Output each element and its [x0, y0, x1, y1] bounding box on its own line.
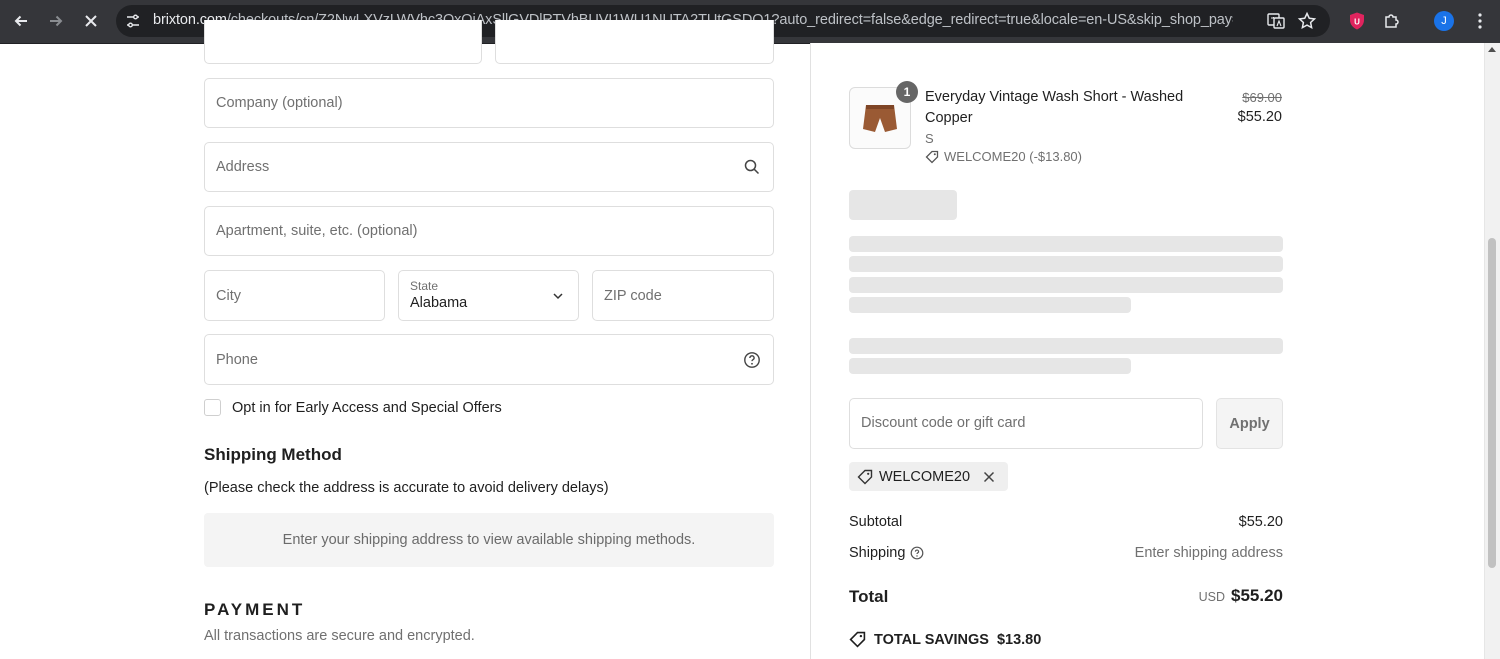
- city-placeholder: City: [216, 287, 241, 304]
- company-placeholder: Company (optional): [216, 95, 343, 111]
- chevron-down-icon: [553, 292, 563, 299]
- shipping-method-subtitle: (Please check the address is accurate to…: [204, 480, 609, 496]
- discount-placeholder: Discount code or gift card: [861, 415, 1026, 431]
- help-circle-icon[interactable]: [910, 546, 924, 560]
- scroll-thumb[interactable]: [1488, 238, 1496, 568]
- state-label: State: [410, 279, 439, 293]
- state-value: Alabama: [410, 295, 468, 311]
- back-button[interactable]: [8, 8, 34, 34]
- shipping-methods-text: Enter your shipping address to view avai…: [282, 532, 696, 548]
- total-amount: $55.20: [1231, 586, 1283, 605]
- product-discount: WELCOME20 (-$13.80): [925, 149, 1082, 164]
- zip-field[interactable]: ZIP code: [592, 270, 774, 321]
- phone-field[interactable]: Phone: [204, 334, 774, 385]
- applied-discount-code: WELCOME20: [879, 468, 971, 485]
- optin-label[interactable]: Opt in for Early Access and Special Offe…: [232, 400, 502, 416]
- payment-title: PAYMENT: [204, 600, 306, 619]
- site-settings-icon[interactable]: [124, 12, 142, 30]
- total-label: Total: [849, 587, 889, 606]
- skeleton-block: [849, 190, 957, 220]
- skeleton-line: [849, 236, 1283, 252]
- shipping-label: Shipping: [849, 545, 906, 561]
- apartment-field[interactable]: Apartment, suite, etc. (optional): [204, 206, 774, 256]
- address-placeholder: Address: [216, 159, 270, 175]
- original-price: $69.00: [1242, 90, 1282, 105]
- translate-icon[interactable]: [1266, 11, 1286, 31]
- product-discount-text: WELCOME20 (-$13.80): [944, 149, 1082, 164]
- last-name-field[interactable]: [495, 20, 774, 64]
- applied-discount-chip: WELCOME20: [849, 462, 1009, 491]
- arrow-left-icon: [14, 15, 27, 27]
- arrow-right-icon: [50, 15, 63, 27]
- product-name: Everyday Vintage Wash Short - Washed Cop…: [925, 89, 1184, 126]
- help-circle-icon[interactable]: [743, 351, 761, 369]
- savings-label: TOTAL SAVINGS: [874, 631, 989, 648]
- state-select[interactable]: State Alabama: [398, 270, 579, 321]
- total-currency: USD: [1198, 590, 1225, 604]
- shipping-value: Enter shipping address: [1134, 545, 1283, 561]
- apartment-placeholder: Apartment, suite, etc. (optional): [216, 223, 418, 239]
- total-savings: TOTAL SAVINGS $13.80: [849, 631, 1041, 648]
- shipping-row-label: Shipping: [849, 545, 924, 561]
- svg-text:U: U: [1354, 18, 1360, 27]
- skeleton-line: [849, 297, 1131, 313]
- subtotal-value: $55.20: [1238, 514, 1283, 530]
- page-scrollbar[interactable]: [1484, 43, 1500, 659]
- close-icon: [85, 15, 97, 27]
- more-vertical-icon[interactable]: [1470, 11, 1490, 31]
- search-icon[interactable]: [743, 158, 761, 176]
- remove-discount-icon[interactable]: [982, 470, 996, 484]
- forward-button[interactable]: [43, 8, 69, 34]
- apply-button[interactable]: Apply: [1216, 398, 1283, 449]
- discount-code-input[interactable]: Discount code or gift card: [849, 398, 1203, 449]
- skeleton-line: [849, 256, 1283, 272]
- subtotal-label: Subtotal: [849, 514, 903, 530]
- payment-subtitle: All transactions are secure and encrypte…: [204, 628, 475, 644]
- product-variant: S: [925, 131, 934, 146]
- skeleton-line: [849, 358, 1131, 374]
- stop-loading-button[interactable]: [78, 8, 104, 34]
- scroll-up-arrow[interactable]: [1488, 47, 1496, 52]
- shipping-method-title: Shipping Method: [204, 445, 342, 464]
- profile-avatar[interactable]: J: [1434, 11, 1454, 31]
- address-field[interactable]: Address: [204, 142, 774, 192]
- bookmark-star-icon[interactable]: [1297, 11, 1317, 31]
- tag-icon: [925, 150, 939, 163]
- optin-checkbox[interactable]: [204, 399, 221, 416]
- shipping-methods-placeholder: Enter your shipping address to view avai…: [204, 513, 774, 567]
- company-field[interactable]: Company (optional): [204, 78, 774, 128]
- first-name-field[interactable]: [204, 20, 482, 64]
- zip-placeholder: ZIP code: [604, 287, 662, 304]
- item-price: $55.20: [1237, 109, 1282, 125]
- city-field[interactable]: City: [204, 270, 385, 321]
- skeleton-line: [849, 277, 1283, 293]
- savings-value: $13.80: [996, 631, 1042, 648]
- total-value: USD $55.20: [1080, 586, 1283, 606]
- quantity-badge: 1: [896, 81, 918, 103]
- skeleton-line: [849, 338, 1283, 354]
- extensions-puzzle-icon[interactable]: [1382, 11, 1402, 31]
- phone-placeholder: Phone: [216, 351, 258, 368]
- tag-icon: [857, 469, 873, 484]
- extension-shield-icon[interactable]: U: [1347, 11, 1367, 31]
- tag-icon: [849, 631, 866, 648]
